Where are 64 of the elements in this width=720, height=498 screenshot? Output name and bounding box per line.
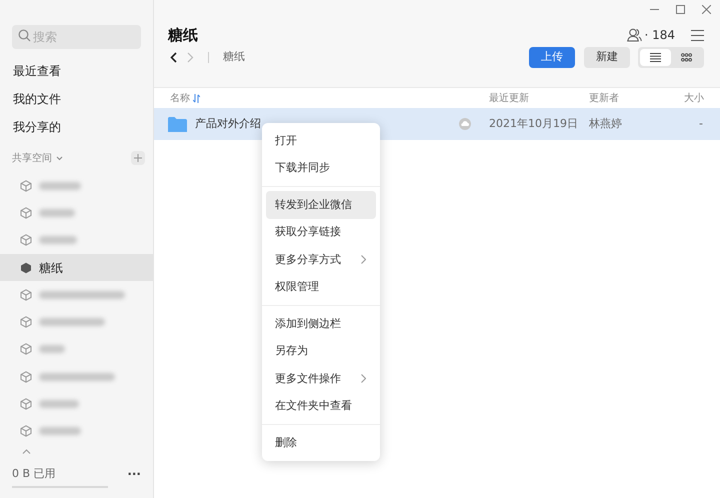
date-cell-text: 2021年10月19日	[489, 116, 579, 132]
maximize-button[interactable]	[676, 4, 684, 14]
cloud-icon	[459, 118, 471, 130]
back-button[interactable]	[170, 52, 177, 62]
menu-item[interactable]: 权限管理	[266, 274, 376, 301]
folder-icon	[168, 116, 187, 132]
upload-button[interactable]: 上传	[529, 46, 575, 68]
sort-icon[interactable]	[193, 94, 200, 102]
cube-icon	[20, 343, 32, 356]
menu-item[interactable]: 转发到企业微信	[266, 191, 376, 218]
chevron-right-icon	[361, 374, 366, 384]
grid-icon	[681, 52, 692, 62]
new-button[interactable]: 新建	[584, 46, 630, 68]
more-button[interactable]: ...	[127, 466, 141, 476]
cube-icon	[20, 370, 32, 383]
cube-icon	[20, 288, 32, 301]
menu-icon[interactable]	[691, 30, 704, 40]
forward-button[interactable]	[187, 52, 194, 62]
file-name: 产品对外介绍	[195, 116, 262, 132]
menu-item[interactable]: 删除	[266, 429, 376, 456]
blurred-label	[39, 345, 65, 354]
nav-item[interactable]: 最近查看	[13, 62, 61, 80]
blurred-label	[39, 236, 77, 244]
blurred-label	[39, 182, 81, 190]
chevron-right-icon	[361, 255, 366, 264]
menu-item[interactable]: 下载并同步	[266, 154, 376, 182]
column-header[interactable]: 最近更新	[489, 90, 589, 106]
menu-item[interactable]: 获取分享链接	[266, 218, 376, 246]
cube-icon	[20, 234, 32, 246]
blurred-label	[39, 318, 105, 326]
menu-item[interactable]: 更多文件操作	[266, 365, 376, 392]
updater-cell-text: 林燕婷	[589, 116, 623, 132]
page-title: 糖纸	[168, 24, 198, 46]
add-button[interactable]	[134, 154, 142, 162]
list-view-button[interactable]	[640, 48, 671, 66]
nav-item[interactable]: 我的文件	[13, 90, 61, 108]
members-button[interactable]: · 184	[627, 26, 675, 44]
cube-icon	[20, 206, 32, 219]
cube-icon	[20, 398, 32, 410]
cube-icon	[20, 425, 32, 438]
caret-up-icon[interactable]	[22, 448, 31, 454]
column-header[interactable]: 名称	[170, 90, 190, 106]
column-header[interactable]: 更新者	[589, 90, 659, 106]
column-header[interactable]: 大小	[659, 90, 704, 106]
search-field[interactable]: 搜索	[12, 25, 141, 49]
people-icon	[627, 28, 642, 42]
size-cell-text: -	[698, 116, 703, 132]
nav-item[interactable]: 我分享的	[13, 118, 61, 136]
cube-icon	[20, 262, 32, 274]
menu-item[interactable]: 在文件夹中查看	[266, 392, 376, 420]
blurred-label	[39, 427, 81, 436]
cube-icon	[20, 180, 32, 192]
menu-item[interactable]: 更多分享方式	[266, 246, 376, 274]
breadcrumb-link[interactable]: 糖纸	[223, 48, 245, 66]
space-item[interactable]: 糖纸	[0, 254, 153, 282]
search-icon	[18, 29, 31, 42]
list-icon	[650, 52, 661, 62]
close-button[interactable]	[702, 4, 710, 14]
menu-item[interactable]: 添加到侧边栏	[266, 310, 376, 338]
menu-item[interactable]: 另存为	[266, 338, 376, 365]
cube-icon	[20, 316, 32, 328]
blurred-label	[39, 208, 75, 217]
blurred-label	[39, 400, 79, 408]
storage-label: 0 B 已用	[12, 466, 57, 482]
